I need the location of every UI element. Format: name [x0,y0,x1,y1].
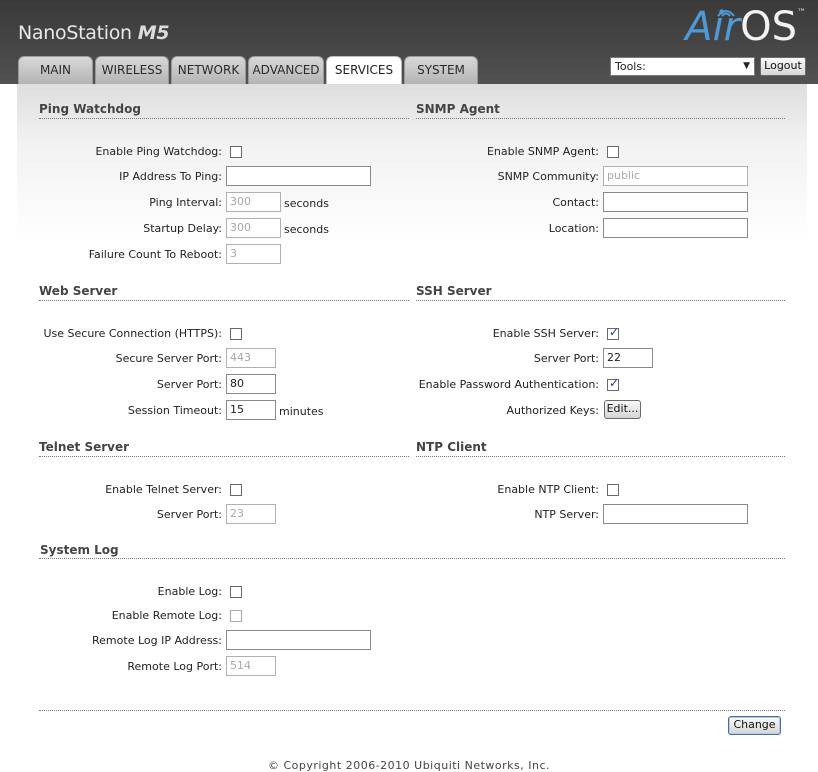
enable-telnet-checkbox[interactable] [230,484,242,496]
secure-port-label: Secure Server Port: [115,352,222,365]
session-timeout-input[interactable]: 15 [226,400,276,420]
enable-ping-watchdog-label: Enable Ping Watchdog: [95,145,222,158]
airos-logo: AirOS™ [685,4,806,50]
web-server-title: Web Server [39,284,118,298]
snmp-contact-label: Contact: [552,196,599,209]
startup-delay-label: Startup Delay: [143,222,222,235]
ntp-server-input[interactable] [603,504,748,524]
logout-button[interactable]: Logout [760,57,806,76]
enable-telnet-label: Enable Telnet Server: [105,483,222,496]
snmp-agent-divider [416,118,785,119]
tab-network[interactable]: NETWORK [171,56,246,84]
ping-interval-unit: seconds [284,197,329,210]
chevron-down-icon: ▼ [743,61,750,71]
https-checkbox[interactable] [230,328,242,340]
enable-ssh-checkbox[interactable]: ✓ [607,325,620,340]
enable-remote-log-checkbox[interactable] [230,610,242,622]
signal-wave-icon [717,10,735,17]
remote-log-port-input[interactable]: 514 [226,656,276,676]
ntp-server-label: NTP Server: [534,508,599,521]
enable-snmp-label: Enable SNMP Agent: [486,145,599,158]
web-server-divider [39,300,409,301]
web-server-port-input[interactable]: 80 [226,374,276,394]
failure-count-label: Failure Count To Reboot: [88,248,222,261]
ntp-client-divider [416,456,785,457]
password-auth-checkbox[interactable]: ✓ [607,376,620,391]
enable-ntp-label: Enable NTP Client: [497,483,599,496]
logo-os: OS [740,4,797,50]
ntp-client-title: NTP Client [416,440,487,454]
snmp-contact-input[interactable] [603,192,748,212]
system-log-divider [39,558,785,559]
ping-watchdog-divider [39,118,409,119]
tab-wireless[interactable]: WIRELESS [95,56,169,84]
tools-dropdown[interactable]: Tools: ▼ [610,57,755,76]
enable-ntp-checkbox[interactable] [607,484,619,496]
telnet-port-input[interactable]: 23 [226,504,276,524]
password-auth-label: Enable Password Authentication: [418,378,599,391]
brand-model: M5 [137,22,170,44]
ping-ip-input[interactable] [226,166,371,186]
https-label: Use Secure Connection (HTTPS): [43,327,222,340]
snmp-location-label: Location: [548,222,599,235]
checkmark-icon: ✓ [609,325,620,339]
ssh-server-divider [416,300,785,301]
tools-label: Tools: [615,60,646,73]
session-timeout-unit: minutes [279,405,324,418]
remote-log-ip-input[interactable] [226,630,371,650]
enable-log-checkbox[interactable] [230,586,242,598]
change-button[interactable]: Change [728,716,781,735]
enable-log-label: Enable Log: [157,585,222,598]
telnet-server-title: Telnet Server [39,440,130,454]
snmp-community-label: SNMP Community: [497,170,599,183]
tab-main[interactable]: MAIN [18,56,93,84]
ping-ip-label: IP Address To Ping: [119,170,222,183]
brand-name: NanoStation M5 [18,22,170,44]
authorized-keys-label: Authorized Keys: [506,404,600,417]
tab-advanced[interactable]: ADVANCED [248,56,324,84]
snmp-community-input[interactable]: public [603,166,748,186]
services-panel: Ping Watchdog Enable Ping Watchdog: IP A… [17,84,807,756]
startup-delay-unit: seconds [284,223,329,236]
logo-trademark: ™ [797,8,806,18]
web-server-port-label: Server Port: [156,378,222,391]
tab-services[interactable]: SERVICES [326,56,402,84]
remote-log-port-label: Remote Log Port: [127,660,222,673]
bottom-divider [39,710,785,711]
snmp-agent-title: SNMP Agent [416,102,500,116]
footer-copyright: © Copyright 2006-2010 Ubiquiti Networks,… [267,759,551,772]
ping-watchdog-title: Ping Watchdog [39,102,141,116]
remote-log-ip-label: Remote Log IP Address: [92,634,222,647]
ssh-port-label: Server Port: [533,352,599,365]
startup-delay-input[interactable]: 300 [226,218,281,238]
ssh-port-input[interactable]: 22 [603,348,653,368]
snmp-location-input[interactable] [603,218,748,238]
telnet-port-label: Server Port: [156,508,222,521]
brand-product: NanoStation [18,22,132,44]
enable-ping-watchdog-checkbox[interactable] [230,146,242,158]
checkmark-icon: ✓ [609,376,620,390]
tab-system[interactable]: SYSTEM [404,56,478,84]
failure-count-input[interactable]: 3 [226,244,281,264]
enable-remote-log-label: Enable Remote Log: [111,609,222,622]
enable-snmp-checkbox[interactable] [607,146,619,158]
system-log-title: System Log [40,543,119,557]
ping-interval-input[interactable]: 300 [226,192,281,212]
ping-interval-label: Ping Interval: [149,196,222,209]
telnet-server-divider [39,456,409,457]
edit-keys-button[interactable]: Edit... [604,400,641,419]
ssh-server-title: SSH Server [416,284,492,298]
header-bar: NanoStation M5 AirOS™ MAIN WIRELESS NETWO… [0,0,818,84]
secure-port-input[interactable]: 443 [226,348,276,368]
enable-ssh-label: Enable SSH Server: [492,327,599,340]
session-timeout-label: Session Timeout: [127,404,222,417]
